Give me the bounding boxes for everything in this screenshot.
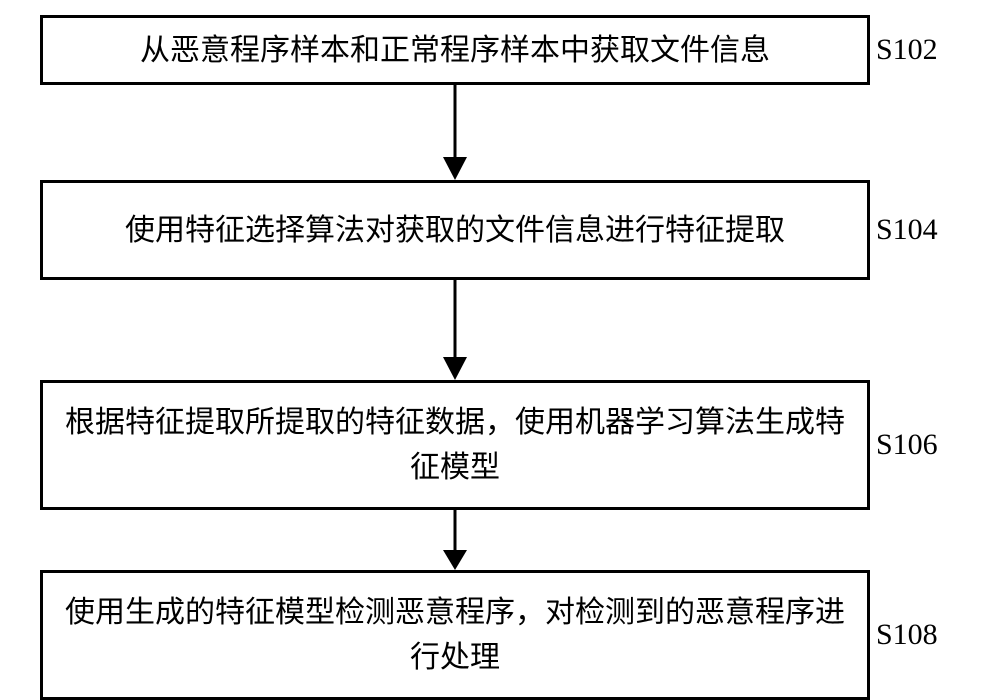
arrow-1 [40, 85, 870, 180]
step-label-2: S104 [876, 213, 938, 247]
down-arrow-icon [435, 510, 475, 570]
step-text-2: 使用特征选择算法对获取的文件信息进行特征提取 [125, 208, 785, 253]
step-row-3: 根据特征提取所提取的特征数据，使用机器学习算法生成特征模型 S106 [0, 380, 1000, 510]
step-label-4: S108 [876, 618, 938, 652]
step-label-1: S102 [876, 33, 938, 67]
arrow-2 [40, 280, 870, 380]
step-text-1: 从恶意程序样本和正常程序样本中获取文件信息 [140, 28, 770, 73]
step-row-4: 使用生成的特征模型检测恶意程序，对检测到的恶意程序进行处理 S108 [0, 570, 1000, 700]
step-box-1: 从恶意程序样本和正常程序样本中获取文件信息 [40, 15, 870, 85]
step-box-4: 使用生成的特征模型检测恶意程序，对检测到的恶意程序进行处理 [40, 570, 870, 700]
down-arrow-icon [435, 85, 475, 180]
down-arrow-icon [435, 280, 475, 380]
step-text-3: 根据特征提取所提取的特征数据，使用机器学习算法生成特征模型 [53, 400, 857, 490]
step-label-3: S106 [876, 428, 938, 462]
step-row-2: 使用特征选择算法对获取的文件信息进行特征提取 S104 [0, 180, 1000, 280]
step-box-2: 使用特征选择算法对获取的文件信息进行特征提取 [40, 180, 870, 280]
arrow-3 [40, 510, 870, 570]
step-box-3: 根据特征提取所提取的特征数据，使用机器学习算法生成特征模型 [40, 380, 870, 510]
step-row-1: 从恶意程序样本和正常程序样本中获取文件信息 S102 [0, 15, 1000, 85]
step-text-4: 使用生成的特征模型检测恶意程序，对检测到的恶意程序进行处理 [53, 590, 857, 680]
flowchart-container: 从恶意程序样本和正常程序样本中获取文件信息 S102 使用特征选择算法对获取的文… [0, 0, 1000, 692]
